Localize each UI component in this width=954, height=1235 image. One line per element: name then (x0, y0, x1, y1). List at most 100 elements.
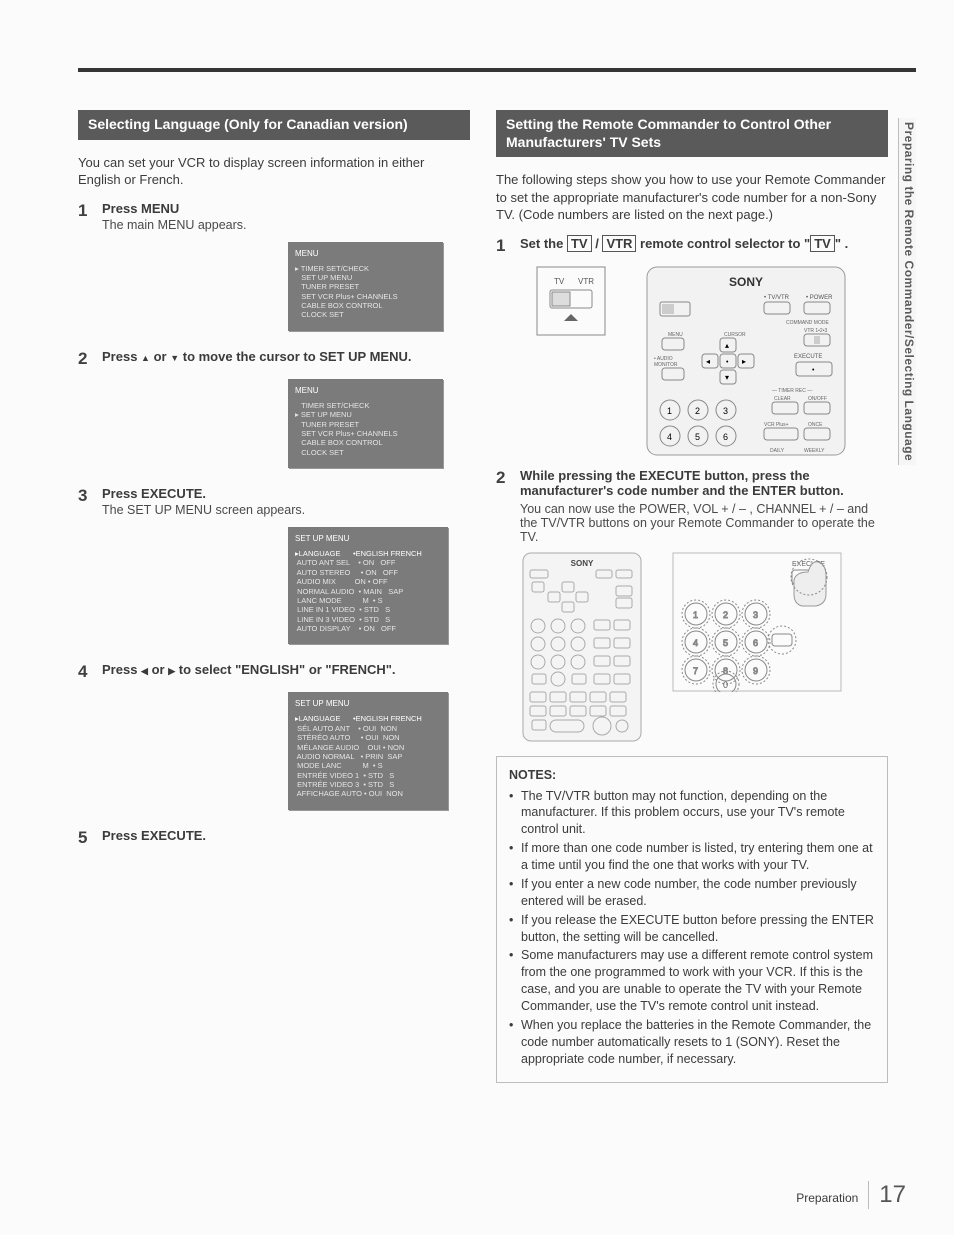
screen-line: SET UP MENU (295, 273, 436, 282)
screen-line: CLOCK SET (295, 310, 436, 319)
screen-line: TUNER PRESET (295, 282, 436, 291)
svg-text:1: 1 (693, 610, 698, 620)
screen-line: AUDIO NORMAL • PRIN SAP (295, 752, 441, 761)
svg-text:9: 9 (753, 666, 758, 676)
svg-text:TV: TV (554, 277, 565, 286)
svg-text:◂: ◂ (706, 357, 710, 366)
svg-text:• TV/VTR: • TV/VTR (764, 295, 790, 301)
step-number: 1 (496, 236, 510, 256)
screen-line: ▸LANGUAGE •ENGLISH FRENCH (295, 714, 441, 723)
vtr-key-icon: VTR (602, 235, 636, 252)
right-column: Setting the Remote Commander to Control … (496, 110, 888, 1083)
t: Set the (520, 236, 567, 251)
svg-text:6: 6 (753, 638, 758, 648)
screen-line: AUTO STEREO • ON OFF (295, 568, 441, 577)
svg-text:5: 5 (695, 432, 700, 442)
svg-text:2: 2 (695, 406, 700, 416)
remote-pair-figure: SONY (522, 552, 888, 742)
tv-key-icon: TV (810, 235, 835, 252)
svg-text:ONCE: ONCE (808, 422, 823, 428)
note-item: The TV/VTR button may not function, depe… (509, 788, 875, 839)
left-step-5: 5 Press EXECUTE. (78, 828, 470, 848)
t: / (592, 236, 603, 251)
screen-line: CABLE BOX CONTROL (295, 301, 436, 310)
step-number: 2 (78, 349, 92, 369)
footer-section: Preparation (796, 1191, 858, 1205)
screen-line: SET VCR Plus+ CHANNELS (295, 429, 436, 438)
remote-commander-icon: SONY • TV/VTR • POWER COMMAND MODE VTR 1… (646, 266, 846, 456)
screen-line: ▸ SET UP MENU (295, 410, 436, 419)
svg-text:3: 3 (753, 610, 758, 620)
left-step-4: 4 Press or to select "ENGLISH" or "FRENC… (78, 662, 470, 682)
step-title: While pressing the EXECUTE button, press… (520, 468, 888, 498)
arrow-down-icon (170, 349, 179, 364)
tv-key-icon: TV (567, 235, 592, 252)
screen-title: MENU (295, 386, 436, 396)
page-columns: Selecting Language (Only for Canadian ve… (78, 110, 916, 1083)
step-title: Press or to select "ENGLISH" or "FRENCH"… (102, 662, 470, 677)
svg-text:MONITOR: MONITOR (654, 362, 678, 368)
svg-text:6: 6 (723, 432, 728, 442)
note-item: When you replace the batteries in the Re… (509, 1017, 875, 1068)
t: to move the cursor to SET UP MENU. (179, 349, 411, 364)
selector-closeup-icon: TV VTR (536, 266, 606, 336)
step-title: Press EXECUTE. (102, 828, 470, 843)
screen-line: AFFICHAGE AUTO • OUI NON (295, 789, 441, 798)
t: Press (102, 662, 141, 677)
t: to select "ENGLISH" or "FRENCH". (175, 662, 395, 677)
screen-title: SET UP MENU (295, 534, 441, 544)
step-number: 5 (78, 828, 92, 848)
press-detail-icon: EXECUTE 1 2 3 4 5 6 7 8 9 (672, 552, 842, 692)
screen-line: AUTO ANT SEL • ON OFF (295, 558, 441, 567)
svg-text:▸: ▸ (742, 357, 746, 366)
arrow-left-icon (141, 662, 148, 677)
step-title: Press or to move the cursor to SET UP ME… (102, 349, 470, 364)
svg-text:5: 5 (723, 638, 728, 648)
notes-title: NOTES: (509, 767, 875, 784)
step-sub: The SET UP MENU screen appears. (102, 503, 470, 517)
screen-line: ENTRÉE VIDEO 3 • STD S (295, 780, 441, 789)
svg-text:MENU: MENU (668, 332, 683, 338)
svg-text:▾: ▾ (725, 373, 729, 382)
svg-text:2: 2 (723, 610, 728, 620)
left-step-3: 3 Press EXECUTE. The SET UP MENU screen … (78, 486, 470, 517)
left-column: Selecting Language (Only for Canadian ve… (78, 110, 470, 1083)
note-item: Some manufacturers may use a different r… (509, 947, 875, 1015)
setup-screen-1: SET UP MENU ▸LANGUAGE •ENGLISH FRENCH AU… (288, 527, 448, 644)
step-number: 1 (78, 201, 92, 232)
note-item: If you release the EXECUTE button before… (509, 912, 875, 946)
svg-text:— TIMER REC —: — TIMER REC — (772, 388, 812, 394)
t: or (150, 349, 170, 364)
notes-box: NOTES: The TV/VTR button may not functio… (496, 756, 888, 1083)
t: or (148, 662, 168, 677)
svg-text:CURSOR: CURSOR (724, 332, 746, 338)
svg-text:4: 4 (667, 432, 672, 442)
screen-line: LINE IN 1 VIDEO • STD S (295, 605, 441, 614)
svg-text:COMMAND MODE: COMMAND MODE (786, 320, 829, 326)
setup-screen-2: SET UP MENU ▸LANGUAGE •ENGLISH FRENCH SÉ… (288, 692, 448, 809)
step-title: Set the TV / VTR remote control selector… (520, 236, 888, 251)
svg-text:7: 7 (693, 666, 698, 676)
arrow-up-icon (141, 349, 150, 364)
screen-line: SET VCR Plus+ CHANNELS (295, 292, 436, 301)
right-step-2: 2 While pressing the EXECUTE button, pre… (496, 468, 888, 544)
svg-text:0: 0 (723, 680, 728, 690)
menu-screen-1: MENU ▸ TIMER SET/CHECK SET UP MENU TUNER… (288, 242, 443, 331)
right-step-1: 1 Set the TV / VTR remote control select… (496, 236, 888, 256)
top-rule (78, 68, 916, 72)
brand-label: SONY (729, 275, 763, 289)
page-number: 17 (868, 1181, 906, 1209)
left-header: Selecting Language (Only for Canadian ve… (78, 110, 470, 140)
screen-line: AUTO DISPLAY • ON OFF (295, 624, 441, 633)
screen-line: CABLE BOX CONTROL (295, 438, 436, 447)
screen-line: STÉRÉO AUTO • OUI NON (295, 733, 441, 742)
remote-figure-1: TV VTR SONY • TV/VTR • POWER COMMAND MOD… (536, 266, 888, 456)
svg-text:VTR 1•2•3: VTR 1•2•3 (804, 328, 827, 334)
screen-line: MODE LANC M • S (295, 761, 441, 770)
screen-line: TUNER PRESET (295, 420, 436, 429)
screen-line: ▸LANGUAGE •ENGLISH FRENCH (295, 549, 441, 558)
step-sub: You can now use the POWER, VOL + / – , C… (520, 502, 888, 544)
screen-title: MENU (295, 249, 436, 259)
screen-line: ENTRÉE VIDEO 1 • STD S (295, 771, 441, 780)
svg-text:VCR Plus+: VCR Plus+ (764, 422, 789, 428)
